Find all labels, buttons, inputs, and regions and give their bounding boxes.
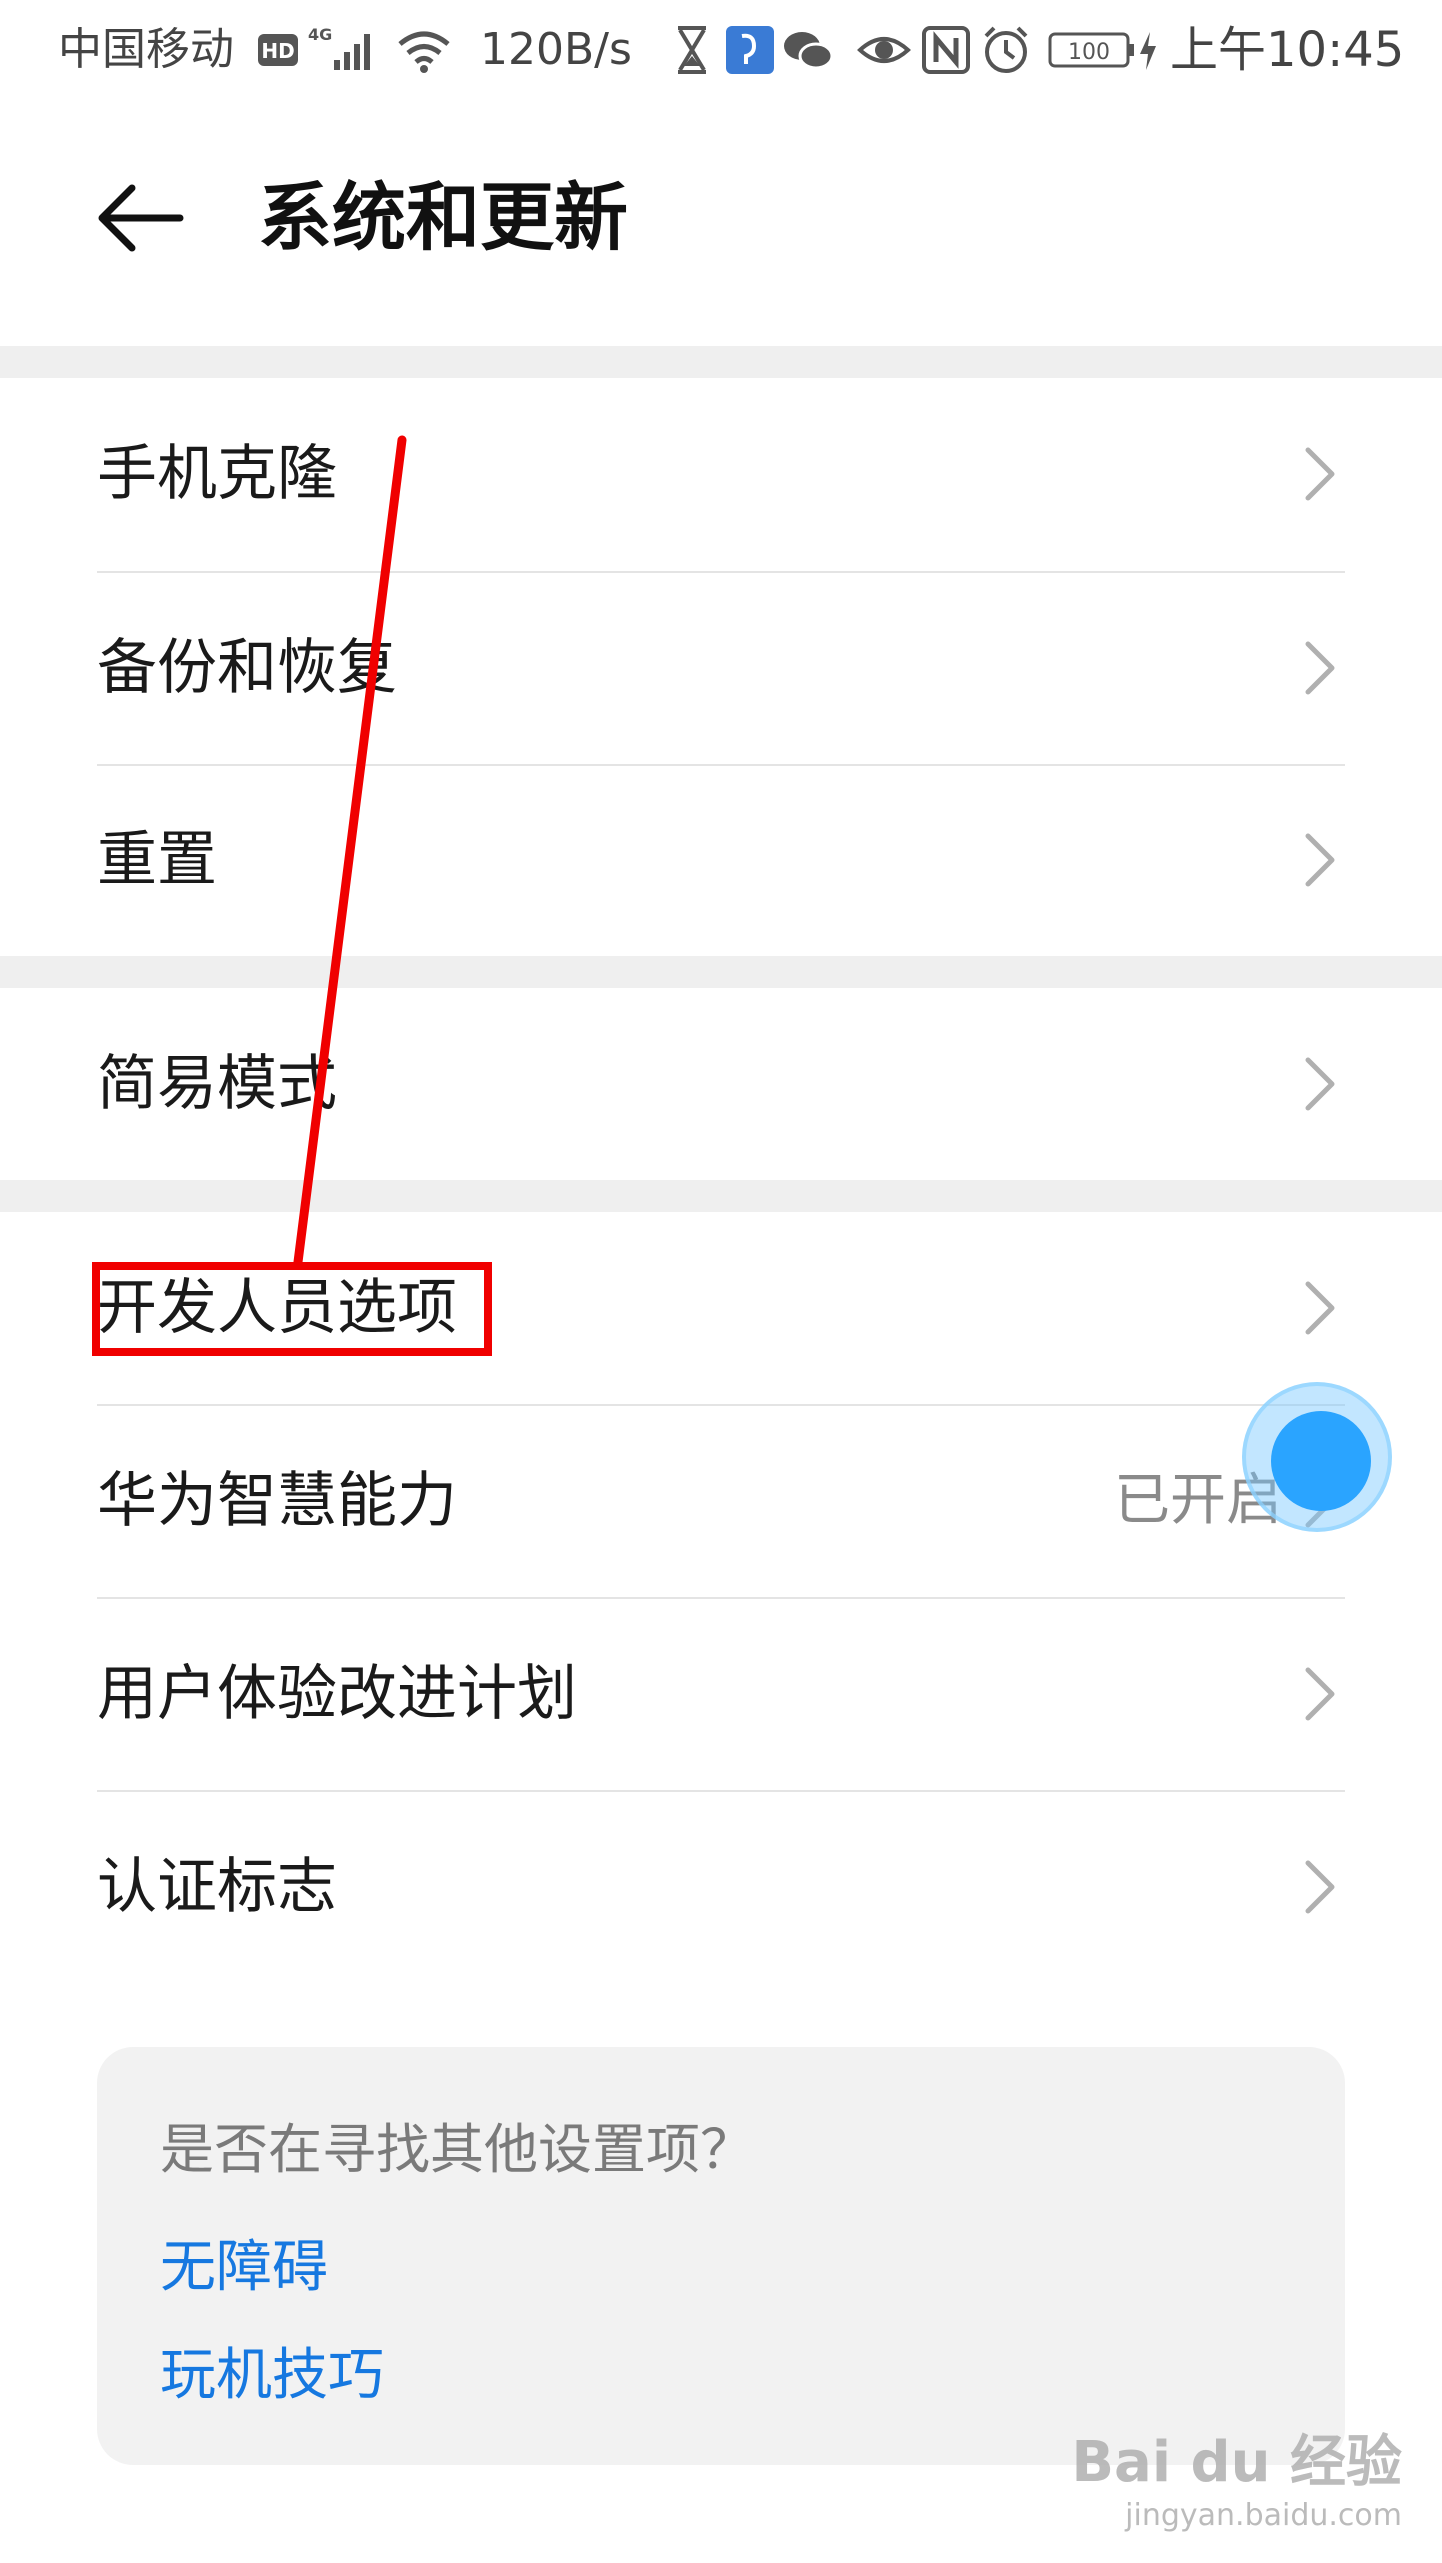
settings-item-reset[interactable]: 重置 bbox=[0, 764, 1442, 956]
suggestion-link-accessibility[interactable]: 无障碍 bbox=[160, 2222, 328, 2303]
clock: 上午10:45 bbox=[1170, 22, 1405, 78]
settings-item-phone-clone[interactable]: 手机克隆 bbox=[0, 378, 1442, 570]
status-bar: 中国移动 HD 4G 120B/s 100 上午10:45 bbox=[0, 0, 1442, 100]
settings-item-label: 用户体验改进计划 bbox=[97, 1659, 577, 1729]
settings-item-user-experience-program[interactable]: 用户体验改进计划 bbox=[0, 1598, 1442, 1790]
chevron-right-icon bbox=[1305, 447, 1335, 501]
svg-text:100: 100 bbox=[1068, 40, 1110, 65]
wifi-icon bbox=[398, 31, 450, 73]
settings-item-simple-mode[interactable]: 简易模式 bbox=[0, 988, 1442, 1180]
chevron-right-icon bbox=[1305, 1667, 1335, 1721]
group-separator bbox=[0, 346, 1442, 378]
settings-item-label: 华为智慧能力 bbox=[97, 1466, 457, 1536]
watermark-url: jingyan.baidu.com bbox=[1125, 2498, 1402, 2533]
signal-icon: 4G bbox=[308, 25, 370, 70]
hd-icon: HD bbox=[258, 34, 298, 66]
settings-item-backup-restore[interactable]: 备份和恢复 bbox=[0, 572, 1442, 764]
watermark-logo: Bai du 经验 bbox=[1071, 2430, 1402, 2495]
wechat-icon bbox=[784, 32, 834, 70]
touch-indicator bbox=[1242, 1382, 1392, 1532]
svg-text:HD: HD bbox=[261, 39, 294, 63]
hourglass-icon bbox=[678, 26, 706, 74]
app-notification-icon bbox=[726, 26, 774, 74]
suggestion-card: 是否在寻找其他设置项？ 无障碍 玩机技巧 bbox=[97, 2047, 1345, 2465]
charging-icon bbox=[1140, 32, 1156, 70]
touch-dot bbox=[1271, 1411, 1371, 1511]
settings-item-label: 简易模式 bbox=[97, 1049, 337, 1119]
app-header: 系统和更新 bbox=[0, 110, 1442, 320]
chevron-right-icon bbox=[1305, 833, 1335, 887]
chevron-right-icon bbox=[1305, 641, 1335, 695]
svg-text:4G: 4G bbox=[308, 25, 332, 44]
chevron-right-icon bbox=[1305, 1281, 1335, 1335]
watermark: Bai du 经验 jingyan.baidu.com bbox=[1071, 2417, 1402, 2533]
back-arrow-icon bbox=[98, 184, 184, 252]
suggestion-link-tips[interactable]: 玩机技巧 bbox=[160, 2330, 384, 2411]
settings-item-label: 认证标志 bbox=[97, 1852, 337, 1922]
eye-icon bbox=[857, 37, 911, 63]
battery-icon: 100 bbox=[1048, 32, 1134, 68]
settings-item-label: 手机克隆 bbox=[97, 439, 337, 509]
alarm-icon bbox=[984, 26, 1028, 73]
settings-item-huawei-ai[interactable]: 华为智慧能力 已开启 bbox=[0, 1405, 1442, 1597]
group-separator bbox=[0, 956, 1442, 988]
settings-item-label: 备份和恢复 bbox=[97, 633, 397, 703]
settings-item-label: 重置 bbox=[97, 825, 217, 895]
annotation-highlight-box bbox=[92, 1262, 492, 1356]
carrier-name: 中国移动 bbox=[58, 24, 234, 75]
chevron-right-icon bbox=[1305, 1057, 1335, 1111]
suggestion-title: 是否在寻找其他设置项？ bbox=[160, 2118, 754, 2181]
group-separator bbox=[0, 1180, 1442, 1212]
nfc-icon bbox=[922, 26, 970, 74]
settings-item-certification-logos[interactable]: 认证标志 bbox=[0, 1791, 1442, 1983]
page-title: 系统和更新 bbox=[258, 175, 628, 261]
chevron-right-icon bbox=[1305, 1860, 1335, 1914]
back-button[interactable] bbox=[90, 168, 190, 268]
network-speed: 120B/s bbox=[480, 24, 632, 75]
